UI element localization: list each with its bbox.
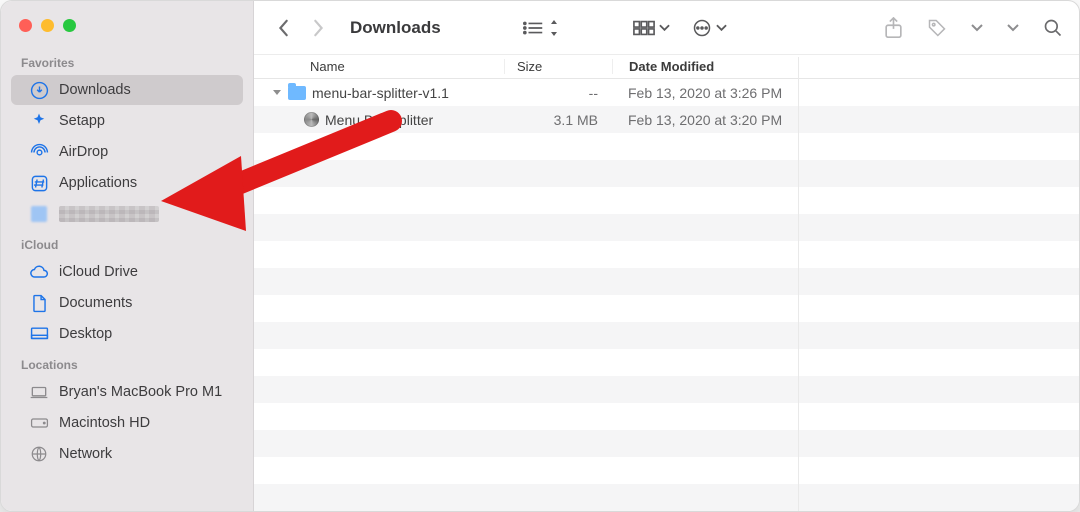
app-icon bbox=[304, 112, 319, 127]
sidebar-item-network[interactable]: Network bbox=[11, 439, 243, 469]
sidebar-item-label: Network bbox=[59, 446, 112, 462]
share-button[interactable] bbox=[884, 17, 903, 39]
list-header: Name Size Date Modified bbox=[254, 54, 1079, 79]
sidebar-item-desktop[interactable]: Desktop bbox=[11, 319, 243, 349]
minimize-icon[interactable] bbox=[41, 19, 54, 32]
view-grid-button[interactable] bbox=[633, 20, 670, 36]
file-date: Feb 13, 2020 at 3:26 PM bbox=[612, 85, 1079, 101]
network-icon bbox=[29, 444, 49, 464]
sidebar-item-label: Bryan's MacBook Pro M1 bbox=[59, 384, 222, 400]
applications-icon bbox=[29, 173, 49, 193]
view-list-button[interactable] bbox=[523, 20, 559, 36]
sidebar-item-documents[interactable]: Documents bbox=[11, 288, 243, 318]
file-list: menu-bar-splitter-v1.1 -- Feb 13, 2020 a… bbox=[254, 79, 1079, 511]
sidebar-item-blurred[interactable] bbox=[11, 199, 243, 229]
traffic-lights bbox=[1, 13, 253, 48]
sidebar-section-favorites: Favorites bbox=[1, 48, 253, 74]
file-size: 3.1 MB bbox=[504, 112, 612, 128]
maximize-icon[interactable] bbox=[63, 19, 76, 32]
actions-button[interactable] bbox=[692, 18, 727, 38]
sidebar-item-applications[interactable]: Applications bbox=[11, 168, 243, 198]
column-separator[interactable] bbox=[798, 57, 799, 511]
column-date-modified[interactable]: Date Modified bbox=[612, 59, 1079, 74]
sidebar-item-airdrop[interactable]: AirDrop bbox=[11, 137, 243, 167]
setapp-icon bbox=[29, 111, 49, 131]
page-title: Downloads bbox=[350, 18, 441, 38]
table-row[interactable]: Menu Bar Splitter 3.1 MB Feb 13, 2020 at… bbox=[254, 106, 1079, 133]
sidebar-item-icloud-drive[interactable]: iCloud Drive bbox=[11, 257, 243, 287]
desktop-icon bbox=[29, 324, 49, 344]
search-button[interactable] bbox=[1043, 18, 1063, 38]
sidebar-item-downloads[interactable]: Downloads bbox=[11, 75, 243, 105]
icloud-icon bbox=[29, 262, 49, 282]
folder-icon bbox=[288, 86, 306, 100]
sidebar-item-macbook[interactable]: Bryan's MacBook Pro M1 bbox=[11, 377, 243, 407]
sidebar-item-label: Setapp bbox=[59, 113, 105, 129]
file-date: Feb 13, 2020 at 3:20 PM bbox=[612, 112, 1079, 128]
sidebar: Favorites Downloads Setapp AirDrop Appli… bbox=[1, 1, 254, 511]
dropdown-1[interactable] bbox=[971, 24, 983, 32]
sidebar-item-label: Applications bbox=[59, 175, 137, 191]
toolbar-right bbox=[884, 17, 1063, 39]
file-name: menu-bar-splitter-v1.1 bbox=[312, 85, 449, 101]
chevron-down-icon bbox=[659, 24, 670, 32]
forward-button[interactable] bbox=[304, 13, 332, 43]
sidebar-item-macintosh-hd[interactable]: Macintosh HD bbox=[11, 408, 243, 438]
disclosure-triangle-icon[interactable] bbox=[272, 88, 282, 98]
airdrop-icon bbox=[29, 142, 49, 162]
sidebar-section-icloud: iCloud bbox=[1, 230, 253, 256]
document-icon bbox=[29, 293, 49, 313]
blurred-label bbox=[59, 206, 159, 222]
up-down-icon bbox=[549, 20, 559, 36]
sidebar-item-label: Macintosh HD bbox=[59, 415, 150, 431]
sidebar-item-label: Desktop bbox=[59, 326, 112, 342]
sidebar-item-setapp[interactable]: Setapp bbox=[11, 106, 243, 136]
laptop-icon bbox=[29, 382, 49, 402]
column-name[interactable]: Name bbox=[254, 59, 504, 74]
back-button[interactable] bbox=[270, 13, 298, 43]
sidebar-item-label: AirDrop bbox=[59, 144, 108, 160]
blurred-icon bbox=[29, 204, 49, 224]
toolbar: Downloads bbox=[254, 1, 1079, 54]
dropdown-2[interactable] bbox=[1007, 24, 1019, 32]
toolbar-view-group bbox=[523, 18, 727, 38]
sidebar-section-locations: Locations bbox=[1, 350, 253, 376]
download-circle-icon bbox=[29, 80, 49, 100]
finder-window: Favorites Downloads Setapp AirDrop Appli… bbox=[0, 0, 1080, 512]
chevron-down-icon bbox=[716, 24, 727, 32]
file-name: Menu Bar Splitter bbox=[325, 112, 433, 128]
tag-button[interactable] bbox=[927, 18, 947, 38]
close-icon[interactable] bbox=[19, 19, 32, 32]
column-size[interactable]: Size bbox=[504, 59, 612, 74]
file-size: -- bbox=[504, 85, 612, 101]
sidebar-item-label: iCloud Drive bbox=[59, 264, 138, 280]
sidebar-item-label: Downloads bbox=[59, 82, 131, 98]
main-pane: Downloads bbox=[254, 1, 1079, 511]
table-row[interactable]: menu-bar-splitter-v1.1 -- Feb 13, 2020 a… bbox=[254, 79, 1079, 106]
sidebar-item-label: Documents bbox=[59, 295, 132, 311]
disk-icon bbox=[29, 413, 49, 433]
